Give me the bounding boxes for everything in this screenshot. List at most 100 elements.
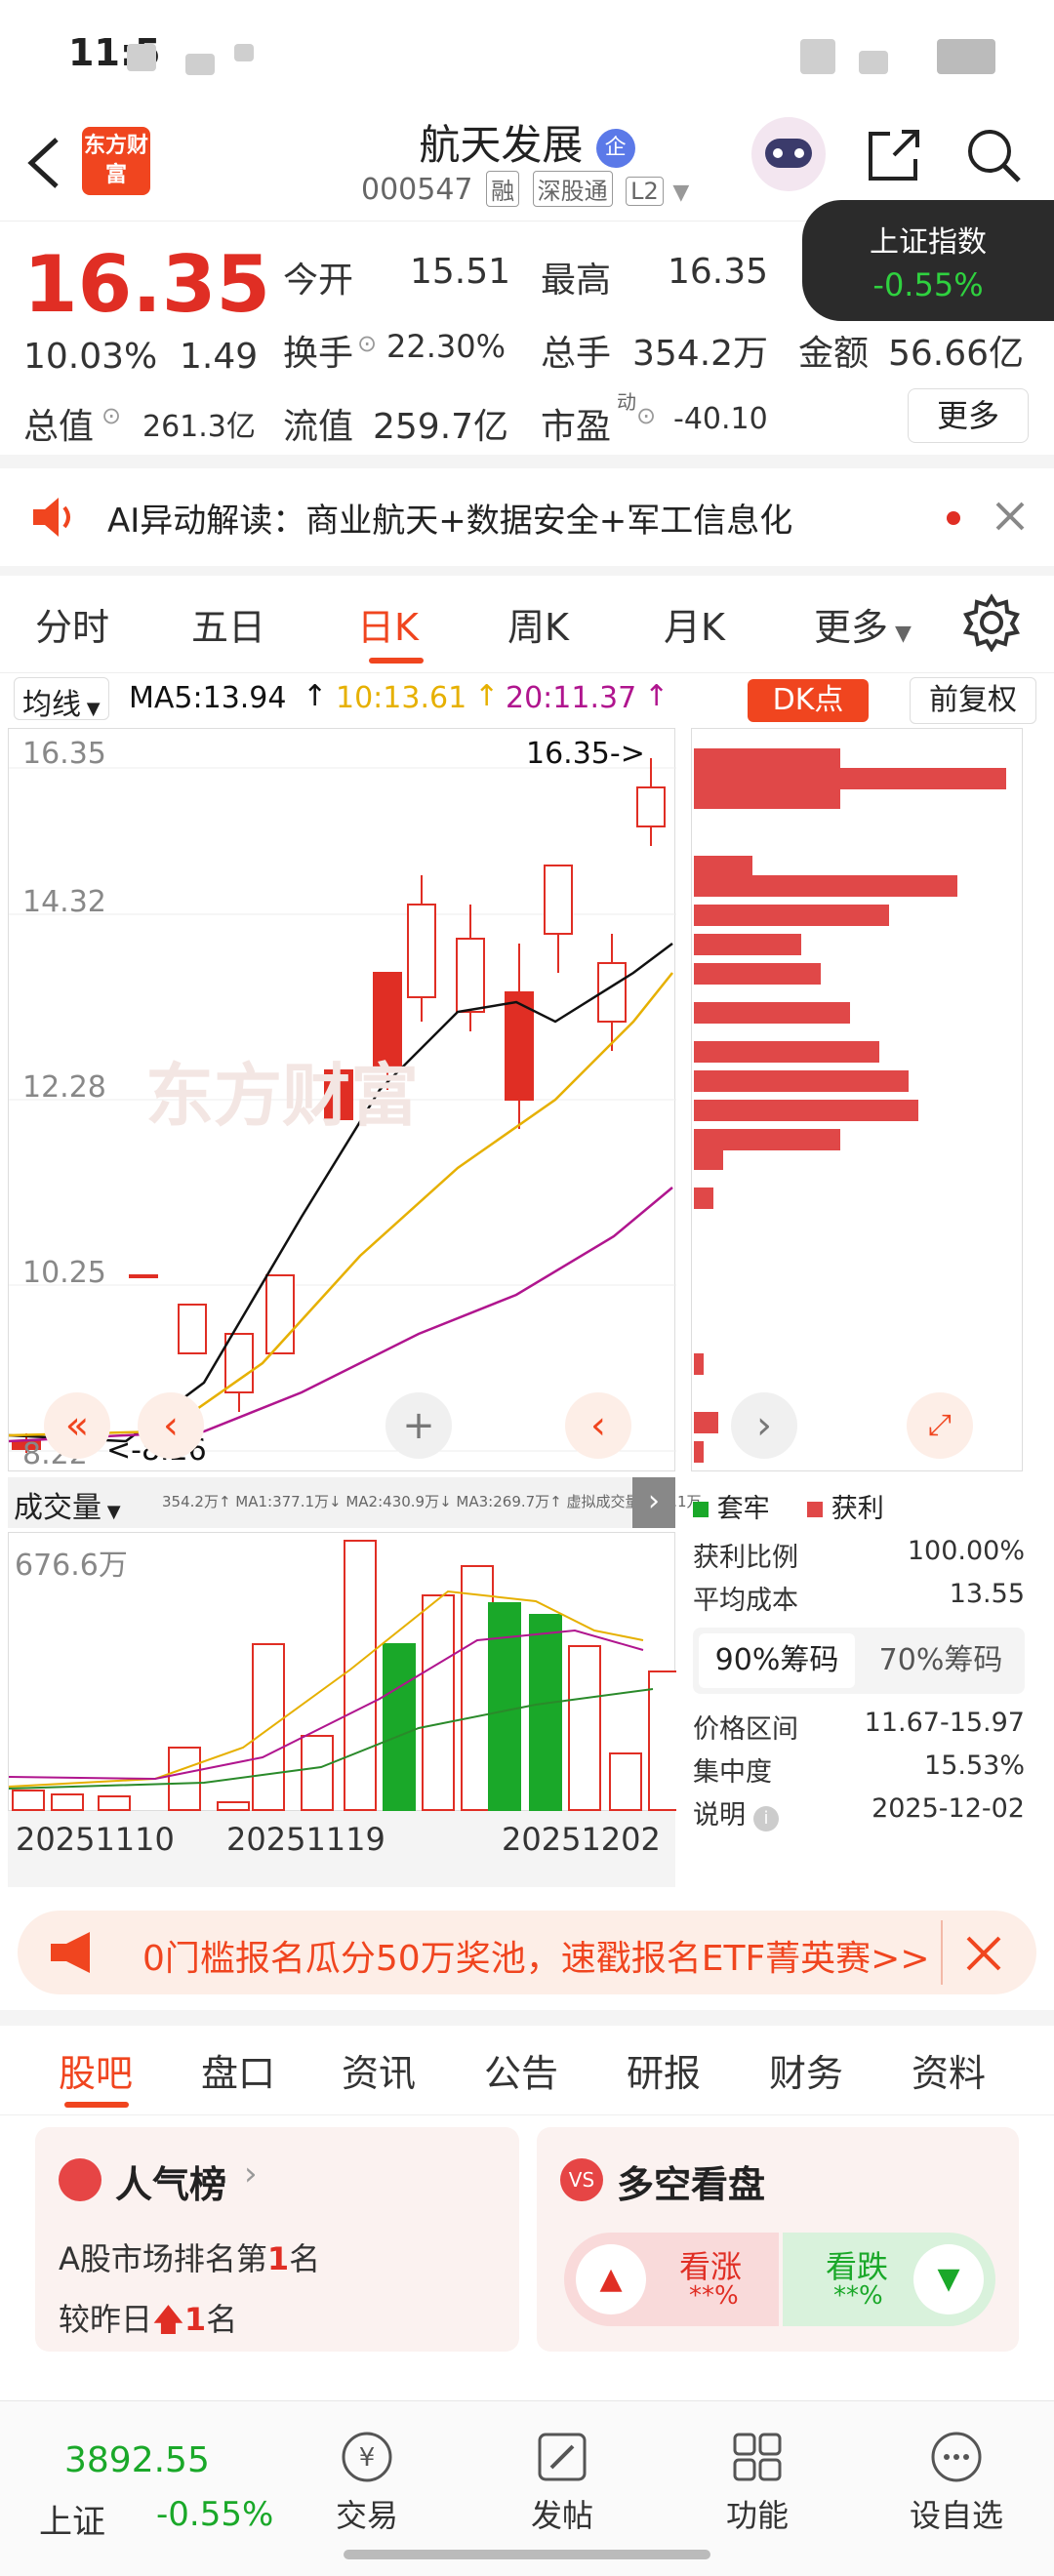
turnover-label: 换手: [283, 334, 354, 374]
ranking-icon: [59, 2158, 101, 2201]
stock-code-line: 000547 融 深股通 L2 ▼: [361, 171, 689, 207]
volume-bar: [648, 1670, 676, 1811]
info-icon[interactable]: ⊙: [357, 330, 377, 357]
chip-bar: [694, 1041, 879, 1063]
close-icon[interactable]: [964, 1934, 1003, 1973]
total-cap-label: 总值: [23, 407, 95, 447]
zoom-in-button[interactable]: +: [385, 1392, 452, 1459]
info-icon[interactable]: ⊙: [101, 402, 121, 429]
scroll-left-fast-button[interactable]: «: [44, 1392, 110, 1459]
tab-finance[interactable]: 财务: [769, 2043, 843, 2097]
rank-line: A股市场排名第1名: [59, 2240, 321, 2277]
tab-intraday[interactable]: 分时: [35, 597, 109, 651]
date-axis: 20251110 20251119 20251202: [8, 1811, 675, 1887]
post-button[interactable]: 发帖: [504, 2401, 621, 2536]
pe-sup: 动: [617, 390, 636, 414]
chip-panel: › ⤢: [691, 728, 1023, 1471]
trade-button[interactable]: ¥ 交易: [308, 2401, 426, 2536]
status-icon-blur: [234, 44, 254, 61]
tab-guba[interactable]: 股吧: [59, 2043, 133, 2097]
more-button[interactable]: 更多: [908, 388, 1029, 443]
price-range-row: 价格区间 11.67-15.97: [693, 1708, 1025, 1745]
more-dots-icon: [931, 2432, 982, 2482]
battery-icon: [937, 39, 995, 74]
dk-point-button[interactable]: DK点: [748, 679, 869, 722]
promo-banner[interactable]: 0门槛报名瓜分50万奖池，速戳报名ETF菁英赛>>: [18, 1911, 1036, 1994]
kline-panel[interactable]: 16.35 14.32 12.28 10.25 8.22 16.35-> <-8…: [8, 728, 676, 1471]
volume-bar: [168, 1747, 201, 1811]
add-watchlist-button[interactable]: 设自选: [898, 2401, 1015, 2536]
last-price-marker: 16.35->: [526, 737, 645, 771]
chevron-down-icon[interactable]: ▼: [672, 181, 689, 205]
candle-body: [636, 786, 666, 827]
rank-change-line: 较昨日🡅1名: [59, 2301, 238, 2338]
chip-bar: [694, 905, 889, 926]
chip-bar: [694, 1129, 840, 1150]
info-icon[interactable]: i: [753, 1806, 779, 1831]
assistant-avatar[interactable]: [751, 117, 826, 191]
open-value: 15.51: [410, 252, 511, 292]
home-indicator: [344, 2550, 710, 2559]
volume-select[interactable]: 成交量 ▼: [14, 1483, 121, 1526]
sentiment-card[interactable]: VS 多空看盘 ▲ 看涨 **% 看跌 **% ▼: [537, 2127, 1019, 2352]
search-icon[interactable]: [962, 124, 1025, 186]
close-icon[interactable]: [993, 500, 1027, 533]
footer-index-value[interactable]: 3892.55: [64, 2440, 210, 2480]
index-popup[interactable]: 上证指数 -0.55%: [802, 200, 1054, 321]
date-tick: 20251119: [226, 1821, 385, 1858]
bearish-button[interactable]: 看跌 **% ▼: [783, 2233, 995, 2326]
prev-button[interactable]: ‹: [565, 1392, 631, 1459]
expand-icon[interactable]: ›: [632, 1477, 675, 1528]
info-icon[interactable]: ⊙: [636, 402, 656, 429]
tab-pankou[interactable]: 盘口: [201, 2043, 275, 2097]
volume-bar: [609, 1752, 642, 1811]
popularity-card[interactable]: 人气榜 › A股市场排名第1名 较昨日🡅1名: [35, 2127, 519, 2352]
volume-bar: [383, 1643, 416, 1811]
ma20-label: 20:11.37: [506, 681, 637, 715]
tab-announcements[interactable]: 公告: [484, 2043, 558, 2097]
y-tick: 12.28: [22, 1070, 106, 1105]
functions-button[interactable]: 功能: [699, 2401, 816, 2536]
indicator-select[interactable]: 均线 ▼: [14, 677, 109, 722]
chevron-right-icon: ›: [244, 2154, 258, 2194]
turnover-value: 22.30%: [386, 328, 507, 365]
edit-icon: [538, 2433, 587, 2481]
tab-chip-90[interactable]: 90%筹码: [699, 1633, 855, 1688]
y-tick: 14.32: [22, 885, 106, 919]
volume-legend: 354.2万↑ MA1:377.1万↓ MA2:430.9万↓ MA3:269.…: [162, 1493, 702, 1510]
tab-chip-70[interactable]: 70%筹码: [863, 1633, 1019, 1688]
chip-distribution-chart: [694, 748, 1006, 1463]
fullscreen-icon[interactable]: ⤢: [907, 1392, 973, 1459]
concentration-row: 集中度 15.53%: [693, 1751, 1025, 1788]
tag-margin: 融: [486, 171, 520, 207]
arrow-up-icon: ↑: [644, 679, 669, 713]
tab-monthly-k[interactable]: 月K: [664, 597, 725, 651]
footer-index-name[interactable]: 上证: [39, 2495, 105, 2543]
tab-news[interactable]: 资讯: [342, 2043, 416, 2097]
candle-body: [456, 938, 485, 1013]
tab-five-day[interactable]: 五日: [191, 597, 265, 651]
candle-body: [407, 904, 436, 998]
date-tick: 20251110: [16, 1821, 175, 1858]
tab-daily-k[interactable]: 日K: [357, 597, 419, 651]
last-price: 16.35: [23, 239, 271, 330]
avg-cost-row: 平均成本 13.55: [693, 1579, 1025, 1616]
tab-more[interactable]: 更多 ▼: [814, 597, 912, 651]
settings-gear-icon[interactable]: [962, 593, 1021, 652]
tab-profile[interactable]: 资料: [912, 2043, 986, 2097]
divider: [0, 2010, 1054, 2026]
tab-weekly-k[interactable]: 周K: [507, 597, 569, 651]
status-icon-blur: [185, 54, 215, 75]
change-percent: 10.03%: [23, 337, 158, 377]
stock-code: 000547: [361, 173, 473, 207]
ai-insight-row[interactable]: AI异动解读：商业航天+数据安全+军工信息化: [0, 466, 1054, 568]
share-icon[interactable]: [863, 124, 925, 186]
adjust-select[interactable]: 前复权: [910, 677, 1036, 724]
change-amount: 1.49: [180, 337, 259, 377]
bullish-button[interactable]: ▲ 看涨 **%: [564, 2233, 779, 2326]
tab-research[interactable]: 研报: [627, 2043, 701, 2097]
index-popup-name: 上证指数: [870, 225, 987, 260]
next-button[interactable]: ›: [731, 1392, 797, 1459]
scroll-left-button[interactable]: ‹: [138, 1392, 204, 1459]
footer-index-change[interactable]: -0.55%: [156, 2495, 273, 2534]
